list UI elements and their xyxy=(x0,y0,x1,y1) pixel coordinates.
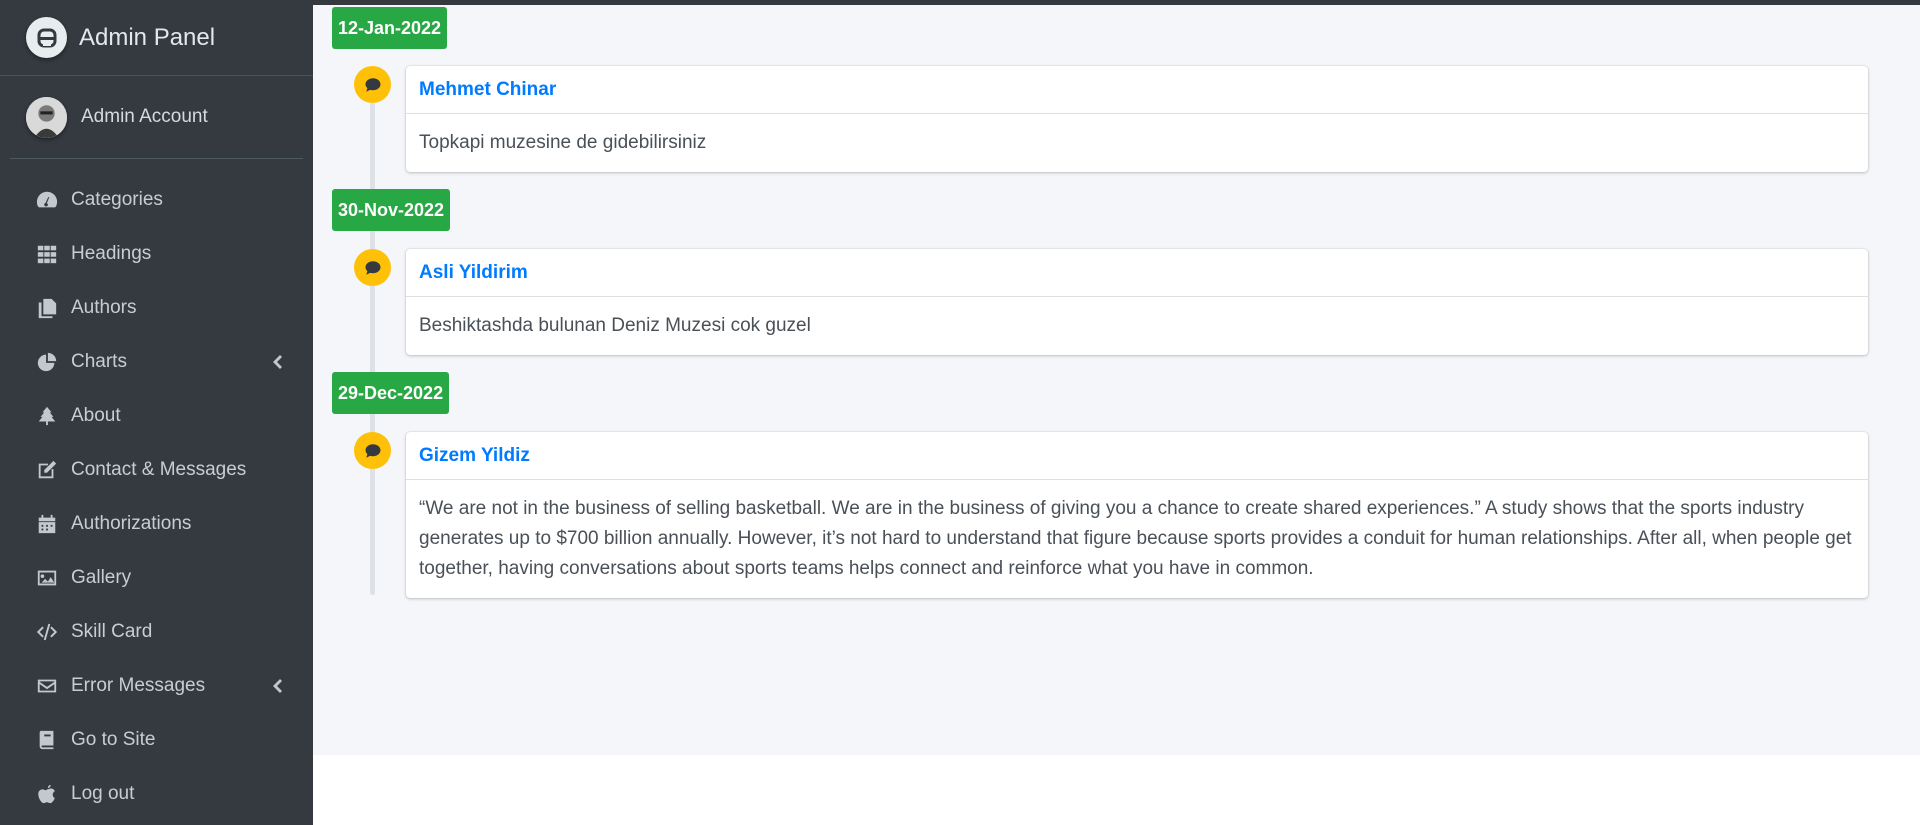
top-border xyxy=(0,0,1920,5)
sidebar-item-categories[interactable]: Categories xyxy=(0,173,313,227)
chevron-left-icon[interactable] xyxy=(271,678,283,694)
main-content: 12-Jan-2022 Mehmet Chinar Topkapi muzesi… xyxy=(313,5,1920,755)
timeline-item: Mehmet Chinar Topkapi muzesine de gidebi… xyxy=(406,66,1868,172)
image-icon xyxy=(34,565,60,591)
sidebar-item-about[interactable]: About xyxy=(0,389,313,443)
code-icon xyxy=(34,619,60,645)
sidebar-item-headings[interactable]: Headings xyxy=(0,227,313,281)
message-body: Beshiktashda bulunan Deniz Muzesi cok gu… xyxy=(419,315,811,336)
avatar xyxy=(26,96,67,138)
user-panel[interactable]: Admin Account xyxy=(10,76,303,159)
sidebar-nav: Categories Headings Authors Charts About… xyxy=(0,173,313,821)
sidebar-item-charts[interactable]: Charts xyxy=(0,335,313,389)
grid-icon xyxy=(34,241,60,267)
sidebar-item-authors[interactable]: Authors xyxy=(0,281,313,335)
author-link[interactable]: Gizem Yildiz xyxy=(419,445,530,467)
sidebar-item-authorizations[interactable]: Authorizations xyxy=(0,497,313,551)
admin-logo-icon xyxy=(26,17,67,58)
sidebar: Admin Panel Admin Account Categories Hea… xyxy=(0,0,313,825)
message-body: “We are not in the business of selling b… xyxy=(419,498,1852,579)
comments-icon xyxy=(354,249,391,286)
sidebar-item-error-messages[interactable]: Error Messages xyxy=(0,659,313,713)
sidebar-item-gallery[interactable]: Gallery xyxy=(0,551,313,605)
date-label: 12-Jan-2022 xyxy=(332,7,448,49)
apple-icon xyxy=(34,781,60,807)
user-name: Admin Account xyxy=(81,106,208,127)
brand-link[interactable]: Admin Panel xyxy=(0,0,313,76)
message-body: Topkapi muzesine de gidebilirsiniz xyxy=(419,132,707,153)
sidebar-item-go-to-site[interactable]: Go to Site xyxy=(0,713,313,767)
author-link[interactable]: Mehmet Chinar xyxy=(419,79,556,101)
date-label: 29-Dec-2022 xyxy=(332,372,450,414)
chevron-left-icon[interactable] xyxy=(271,354,283,370)
author-link[interactable]: Asli Yildirim xyxy=(419,262,528,284)
calendar-icon xyxy=(34,511,60,537)
sidebar-item-skill-card[interactable]: Skill Card xyxy=(0,605,313,659)
envelope-icon xyxy=(34,673,60,699)
chart-pie-icon xyxy=(34,349,60,375)
book-icon xyxy=(34,727,60,753)
comments-icon xyxy=(354,432,391,469)
sidebar-item-log-out[interactable]: Log out xyxy=(0,767,313,821)
timeline-line xyxy=(370,77,375,595)
tachometer-icon xyxy=(34,187,60,213)
copy-icon xyxy=(34,295,60,321)
timeline-item: Asli Yildirim Beshiktashda bulunan Deniz… xyxy=(406,249,1868,355)
sidebar-item-contact-messages[interactable]: Contact & Messages xyxy=(0,443,313,497)
brand-title: Admin Panel xyxy=(79,23,216,51)
date-label: 30-Nov-2022 xyxy=(332,189,451,231)
edit-icon xyxy=(34,457,60,483)
tree-icon xyxy=(34,403,60,429)
comments-icon xyxy=(354,66,391,103)
timeline-item: Gizem Yildiz “We are not in the business… xyxy=(406,432,1868,598)
